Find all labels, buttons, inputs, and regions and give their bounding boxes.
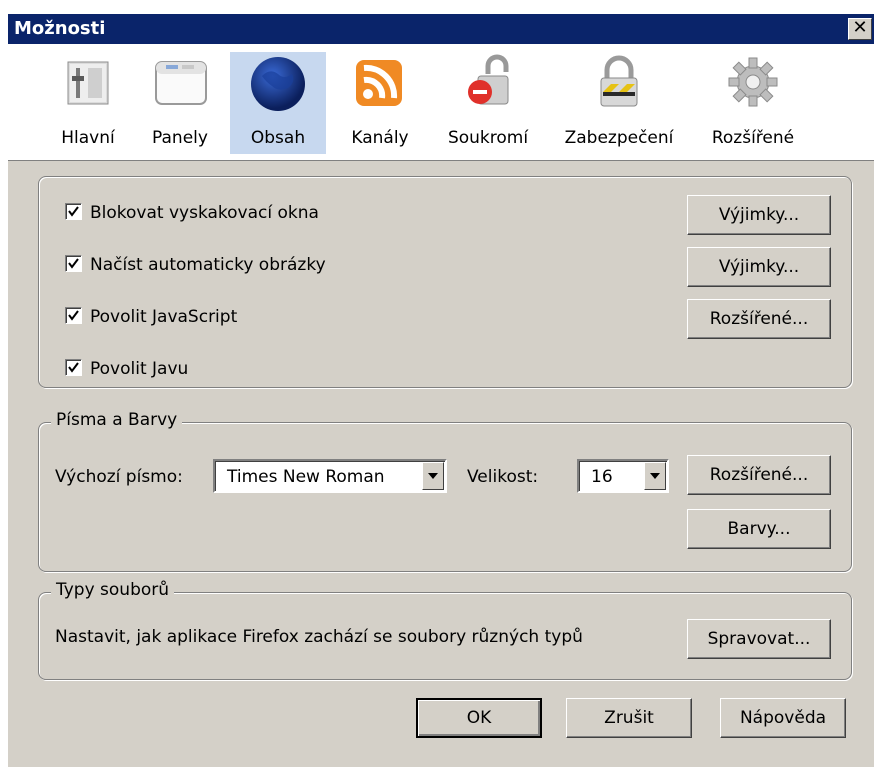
checkbox[interactable] [65, 307, 82, 324]
checkbox-label: Povolit JavaScript [90, 307, 238, 327]
tab-security[interactable]: Zabezpečení [556, 52, 682, 154]
close-button[interactable]: ✕ [848, 18, 872, 40]
block-popups-checkbox[interactable]: Blokovat vyskakovací okna [65, 203, 319, 223]
default-font-select[interactable]: Times New Roman [213, 459, 447, 493]
tab-label: Soukromí [447, 128, 529, 148]
main-settings-icon [58, 52, 118, 112]
checkbox[interactable] [65, 255, 82, 272]
group-legend: Typy souborů [51, 580, 175, 600]
tab-label: Zabezpečení [564, 128, 674, 148]
tab-label: Panely [152, 128, 208, 148]
select-value: 16 [591, 467, 613, 487]
tab-content[interactable]: Obsah [230, 52, 326, 154]
chevron-down-icon[interactable] [422, 462, 444, 490]
file-types-group: Typy souborů Nastavit, jak aplikace Fire… [38, 580, 852, 680]
chevron-down-icon[interactable] [644, 462, 666, 490]
tab-main[interactable]: Hlavní [46, 52, 130, 154]
title-bar: Možnosti ✕ [8, 14, 874, 44]
tab-advanced[interactable]: Rozšířené [698, 52, 808, 154]
tab-label: Kanály [351, 128, 409, 148]
tabs-window-icon [150, 52, 210, 112]
help-button[interactable]: Nápověda [720, 698, 846, 738]
close-icon: ✕ [852, 17, 868, 38]
options-dialog: Možnosti ✕ Hlavní Panely Obsah Kanály So… [8, 14, 874, 767]
checkbox[interactable] [65, 359, 82, 376]
fonts-colors-group: Písma a Barvy Výchozí písmo: Times New R… [38, 410, 852, 572]
images-exceptions-button[interactable]: Výjimky... [687, 247, 831, 287]
checkbox-label: Načíst automaticky obrázky [90, 255, 326, 275]
cancel-button[interactable]: Zrušit [566, 698, 692, 738]
tab-label: Rozšířené [711, 128, 795, 148]
globe-icon [248, 52, 308, 112]
checkbox-label: Povolit Javu [90, 359, 189, 379]
tab-feeds[interactable]: Kanály [338, 52, 422, 154]
colors-button[interactable]: Barvy... [687, 509, 831, 549]
file-types-description: Nastavit, jak aplikace Firefox zachází s… [55, 627, 583, 647]
tab-tabs[interactable]: Panely [138, 52, 222, 154]
font-size-select[interactable]: 16 [577, 459, 669, 493]
enable-javascript-checkbox[interactable]: Povolit JavaScript [65, 307, 237, 327]
size-label: Velikost: [467, 467, 539, 487]
privacy-lock-icon [458, 52, 518, 112]
ok-button[interactable]: OK [416, 698, 542, 738]
checkbox-label: Blokovat vyskakovací okna [90, 203, 319, 223]
javascript-advanced-button[interactable]: Rozšířené... [687, 299, 831, 339]
security-padlock-icon [589, 52, 649, 112]
popups-exceptions-button[interactable]: Výjimky... [687, 195, 831, 235]
window-title: Možnosti [14, 18, 106, 39]
tab-label: Obsah [250, 128, 306, 148]
gear-icon [723, 52, 783, 112]
tab-label: Hlavní [61, 128, 115, 148]
group-legend: Písma a Barvy [51, 410, 183, 430]
checkbox[interactable] [65, 203, 82, 220]
rss-feed-icon [350, 52, 410, 112]
load-images-checkbox[interactable]: Načíst automaticky obrázky [65, 255, 326, 275]
fonts-advanced-button[interactable]: Rozšířené... [687, 455, 831, 495]
default-font-label: Výchozí písmo: [55, 467, 183, 487]
manage-button[interactable]: Spravovat... [687, 619, 831, 659]
enable-java-checkbox[interactable]: Povolit Javu [65, 359, 188, 379]
tab-privacy[interactable]: Soukromí [438, 52, 538, 154]
category-toolbar: Hlavní Panely Obsah Kanály Soukromí Zabe… [8, 44, 874, 161]
content-group: Blokovat vyskakovací okna Výjimky... Nač… [38, 176, 852, 388]
select-value: Times New Roman [227, 467, 385, 487]
